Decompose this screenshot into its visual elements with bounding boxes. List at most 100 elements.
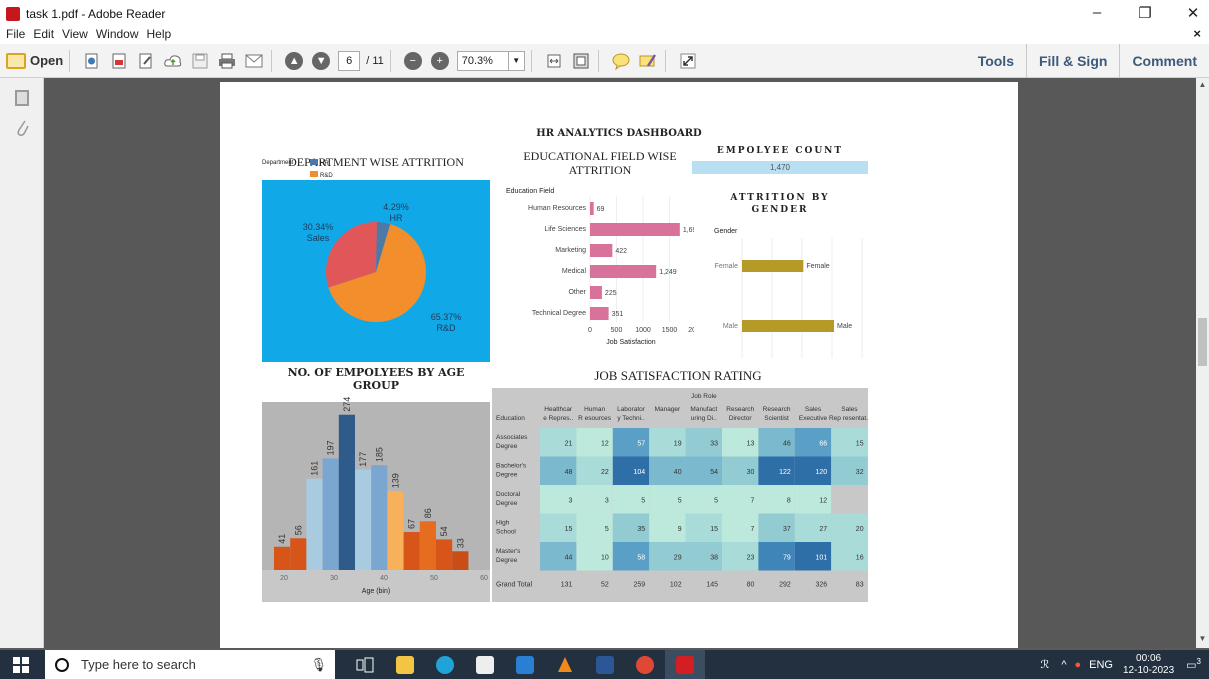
chrome-icon[interactable] [625,650,665,679]
education-value-label: 69 [597,206,605,213]
heatmap-row-label: Master's [496,548,521,555]
heatmap-total-value: 326 [816,582,828,589]
gender-attrition-panel: ATTRITION BY GENDER Gender Female Female Male… [692,188,868,362]
zoom-level-field[interactable]: 70.3% [456,50,509,71]
page-number-input[interactable]: 6 [338,50,361,71]
education-x-tick: 1000 [635,327,651,334]
gender-value-label: Male [837,323,852,330]
heatmap-row-label: Bachelor's [496,463,527,470]
close-document-button[interactable]: × [1193,26,1201,41]
clock[interactable]: 00:06 12-10-2023 [1123,653,1174,677]
task-view-icon[interactable] [345,650,385,679]
mail-icon[interactable] [505,650,545,679]
zoom-out-icon[interactable]: − [402,50,424,72]
network-icon[interactable]: ● [1074,659,1081,671]
upload-cloud-icon[interactable] [162,50,184,72]
maximize-button[interactable]: ❐ [1135,4,1155,22]
job-satisfaction-panel: JOB SATISFACTION RATING Job Role Education… [492,366,870,602]
pie-percent-label: 30.34% [303,222,334,232]
open-button[interactable]: Open [6,49,63,73]
heatmap-cell-value: 12 [819,497,827,504]
heatmap-cell-value: 5 [678,497,682,504]
employee-count-panel: EMPOLYEE COUNT 1,470 [692,144,868,180]
education-value-label: 225 [605,290,617,297]
gender-chart-title-line2: GENDER [752,205,809,215]
vertical-scrollbar[interactable]: ▲ ▼ [1196,78,1209,648]
adobe-reader-taskbar-icon[interactable] [665,650,705,679]
toolbar-divider [271,49,273,72]
edit-pdf-icon[interactable] [135,50,157,72]
menu-help[interactable]: Help [147,27,172,41]
store-icon[interactable] [465,650,505,679]
heatmap-cell-value: 32 [856,469,864,476]
pie-percent-label: 65.37% [431,312,462,322]
close-button[interactable]: ✕ [1183,4,1203,22]
tools-button[interactable]: Tools [966,44,1026,78]
save-icon[interactable] [189,50,211,72]
print-icon[interactable] [216,50,238,72]
heatmap-cell-value: 5 [605,526,609,533]
fit-page-icon[interactable] [570,50,592,72]
age-value-label: 67 [407,519,417,529]
attachment-paperclip-icon[interactable] [14,116,30,136]
toolbar-divider [597,49,599,72]
age-bar [387,491,404,570]
menu-bar: File Edit View Window Help × [0,24,1209,44]
microphone-icon[interactable]: 🎙 [310,657,327,673]
age-value-label: 197 [326,440,336,455]
pie-percent-label: 4.29% [383,202,409,212]
clock-date: 12-10-2023 [1122,664,1175,676]
heatmap-cell-value: 122 [779,469,791,476]
edge-browser-icon[interactable] [425,650,465,679]
highlight-icon[interactable] [637,50,659,72]
sticky-note-icon[interactable] [610,50,632,72]
notification-icon[interactable]: ▭3 [1186,657,1201,672]
zoom-dropdown-chevron-icon[interactable]: ▼ [508,50,525,71]
age-axis-band [262,570,490,602]
create-pdf-icon[interactable] [81,50,103,72]
heatmap-cell-value: 104 [634,469,646,476]
heatmap-cell-value: 30 [747,469,755,476]
menu-edit[interactable]: Edit [33,27,54,41]
heatmap-total-value: 80 [747,582,755,589]
document-viewport[interactable]: HR ANALYTICS DASHBOARD DEPARTMENT WISE A… [44,78,1196,648]
scroll-down-icon[interactable]: ▼ [1196,634,1209,643]
age-value-label: 54 [439,526,449,536]
pie-legend-label: HR [320,161,329,167]
education-category-label: Life Sciences [544,226,586,233]
fill-sign-button[interactable]: Fill & Sign [1025,44,1119,78]
language-indicator[interactable]: ENG [1089,659,1113,671]
word-icon[interactable] [585,650,625,679]
chevron-up-icon[interactable]: ^ [1061,659,1066,671]
pages-thumbnail-icon[interactable] [14,90,29,106]
vlc-icon[interactable] [545,650,585,679]
menu-view[interactable]: View [62,27,88,41]
menu-file[interactable]: File [6,27,25,41]
email-icon[interactable] [243,50,265,72]
scroll-up-icon[interactable]: ▲ [1196,80,1209,89]
zoom-in-icon[interactable]: + [429,50,451,72]
taskbar-search-box[interactable]: Type here to search 🎙 [45,650,335,679]
pdf-file-icon[interactable] [108,50,130,72]
heatmap-cell-value: 44 [565,554,573,561]
menu-window[interactable]: Window [96,27,139,41]
age-x-tick: 60 [480,575,488,582]
comment-button[interactable]: Comment [1119,44,1209,78]
windows-start-icon[interactable] [13,656,29,673]
scrollbar-thumb[interactable] [1198,318,1207,366]
open-label: Open [30,53,64,68]
fullscreen-icon[interactable] [677,50,699,72]
toolbar-divider [664,49,666,72]
age-value-label: 86 [423,508,433,518]
fit-width-icon[interactable] [543,50,565,72]
previous-page-icon[interactable]: ▲ [283,50,305,72]
file-explorer-icon[interactable] [385,650,425,679]
people-icon[interactable]: ℛ [1041,658,1050,671]
education-category-label: Marketing [555,247,586,254]
toolbar-right-group: Tools Fill & Sign Comment [966,44,1209,78]
heatmap-column-label-line2: e Repres.. [543,415,573,422]
minimize-button[interactable]: – [1087,4,1107,22]
next-page-icon[interactable]: ▼ [310,50,332,72]
age-value-label: 56 [293,525,303,535]
heatmap-row-label: Associates [496,434,528,441]
